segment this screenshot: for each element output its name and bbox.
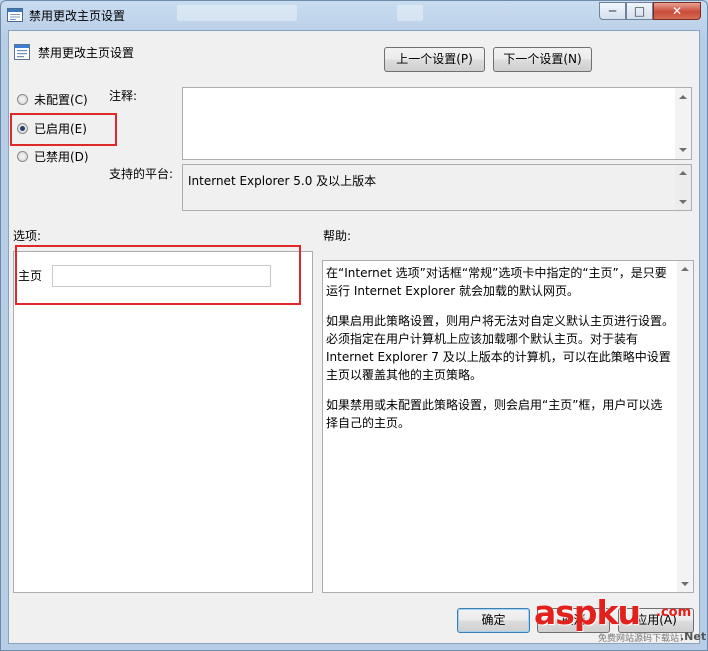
watermark-suffix: .com: [656, 605, 692, 620]
help-paragraph: 如果禁用或未配置此策略设置，则会启用“主页”框，用户可以选择自己的主页。: [326, 398, 663, 430]
help-scrollbar[interactable]: [677, 261, 693, 592]
radio-disabled[interactable]: 已禁用(D): [17, 147, 89, 165]
window-title: 禁用更改主页设置: [29, 9, 126, 23]
help-section-label: 帮助:: [323, 229, 352, 243]
radio-label: 未配置(C): [34, 92, 88, 107]
policy-dialog-window: 禁用更改主页设置 ─ □ ✕ 禁用更改主页设置 上一个设置(P) 下一个设置(N…: [0, 0, 708, 651]
radio-label: 已禁用(D): [34, 149, 89, 164]
policy-settings-icon: [7, 8, 23, 22]
radio-circle[interactable]: [17, 150, 28, 162]
highlight-box-enabled: [10, 113, 117, 146]
comment-label: 注释:: [109, 89, 138, 103]
setting-icon: [14, 44, 30, 60]
previous-setting-button[interactable]: 上一个设置(P): [384, 47, 485, 72]
setting-name: 禁用更改主页设置: [38, 46, 135, 60]
help-paragraph: 在“Internet 选项”对话框“常规”选项卡中指定的“主页”，是只要运行 I…: [326, 266, 667, 298]
radio-not-configured[interactable]: 未配置(C): [17, 90, 88, 108]
watermark-net: .Net: [680, 630, 707, 643]
background-window-ghost: [177, 5, 297, 21]
site-watermark: aspku .com 免费网站源码下载站！ .Net: [532, 593, 706, 645]
watermark-tagline: 免费网站源码下载站！: [598, 634, 689, 644]
title-bar[interactable]: 禁用更改主页设置 ─ □ ✕: [1, 1, 707, 29]
maximize-button[interactable]: □: [626, 2, 653, 20]
comment-scrollbar[interactable]: [675, 88, 691, 159]
scroll-up-icon[interactable]: [681, 267, 689, 271]
help-paragraph: 如果启用此策略设置，则用户将无法对自定义默认主页进行设置。必须指定在用户计算机上…: [326, 314, 675, 382]
scroll-down-icon[interactable]: [679, 148, 687, 152]
help-text: 在“Internet 选项”对话框“常规”选项卡中指定的“主页”，是只要运行 I…: [326, 264, 674, 444]
platform-label: 支持的平台:: [109, 167, 174, 181]
highlight-box-homepage: [15, 245, 301, 305]
options-section-label: 选项:: [13, 229, 42, 243]
help-pane: 在“Internet 选项”对话框“常规”选项卡中指定的“主页”，是只要运行 I…: [322, 260, 694, 593]
scroll-up-icon[interactable]: [679, 95, 687, 99]
minimize-button[interactable]: ─: [599, 2, 626, 20]
platform-field: Internet Explorer 5.0 及以上版本: [182, 164, 692, 211]
watermark-brand: aspku: [534, 593, 641, 632]
comment-textarea[interactable]: [182, 87, 692, 160]
next-setting-button[interactable]: 下一个设置(N): [493, 47, 592, 72]
background-window-ghost: [397, 5, 423, 21]
scroll-up-icon[interactable]: [679, 171, 687, 175]
scroll-down-icon[interactable]: [681, 582, 689, 586]
close-button[interactable]: ✕: [653, 2, 701, 20]
ok-button[interactable]: 确定: [457, 608, 530, 633]
platform-value: Internet Explorer 5.0 及以上版本: [188, 174, 377, 188]
scroll-down-icon[interactable]: [679, 200, 687, 204]
platform-scrollbar[interactable]: [675, 165, 691, 210]
radio-circle[interactable]: [17, 93, 28, 105]
dialog-client-area: 禁用更改主页设置 上一个设置(P) 下一个设置(N) 未配置(C) 已启用(E)…: [8, 30, 706, 645]
